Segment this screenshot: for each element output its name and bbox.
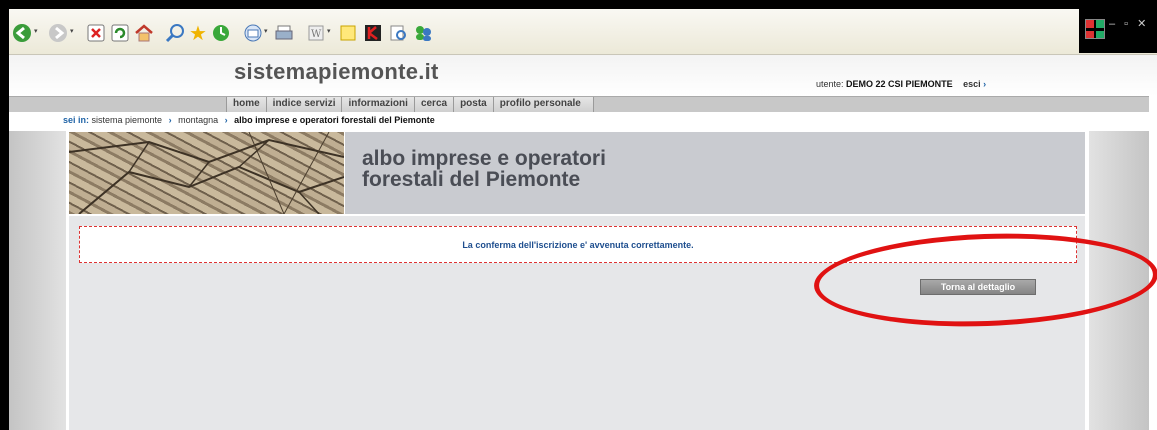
- user-name: DEMO 22 CSI PIEMONTE: [846, 79, 953, 89]
- nav-cerca[interactable]: cerca: [413, 97, 454, 112]
- logout-arrow-icon: ›: [983, 79, 987, 89]
- nav-informazioni[interactable]: informazioni: [341, 97, 414, 112]
- page-title-line2: forestali del Piemonte: [362, 168, 581, 191]
- note-icon[interactable]: [337, 22, 359, 44]
- search-icon[interactable]: [164, 22, 186, 44]
- forward-dropdown-icon[interactable]: ▾: [70, 27, 74, 35]
- stop-icon[interactable]: [85, 22, 107, 44]
- window-controls: – ▫ ✕: [1079, 9, 1157, 53]
- logout-link[interactable]: esci ›: [963, 79, 986, 89]
- back-icon[interactable]: [11, 22, 33, 44]
- site-header: sistemapiemonte.it utente: DEMO 22 CSI P…: [9, 55, 1157, 96]
- edit-dropdown-icon[interactable]: ▾: [327, 27, 331, 35]
- breadcrumb-current: albo imprese e operatori forestali del P…: [234, 115, 435, 125]
- page-title-line1: albo imprese e operatori: [362, 147, 606, 170]
- main-nav: home indice servizi informazioni cerca p…: [9, 96, 1149, 112]
- breadcrumb-label: sei in:: [63, 115, 90, 125]
- favorites-icon[interactable]: ★: [187, 22, 209, 45]
- banner-title-box: albo imprese e operatori forestali del P…: [345, 132, 1085, 214]
- breadcrumb-separator-icon: ›: [224, 115, 228, 125]
- edit-icon[interactable]: W: [305, 22, 327, 44]
- history-icon[interactable]: [210, 22, 232, 44]
- confirmation-message: La conferma dell'iscrizione e' avvenuta …: [462, 239, 694, 250]
- kaspersky-icon[interactable]: [362, 22, 384, 44]
- banner-wood-image: [69, 132, 344, 214]
- home-icon[interactable]: [133, 22, 155, 44]
- svg-text:W: W: [311, 29, 322, 40]
- forward-icon[interactable]: [47, 22, 69, 44]
- side-band-left: [9, 131, 66, 430]
- browser-window: ▾ ▾ ★ ▾ W ▾ – ▫ ✕ sistemapiemonte.it ute…: [9, 9, 1157, 430]
- logout-label: esci: [963, 79, 981, 89]
- mail-icon[interactable]: [242, 22, 264, 44]
- breadcrumb-item-sistema-piemonte[interactable]: sistema piemonte: [92, 115, 163, 125]
- research-icon[interactable]: [387, 22, 409, 44]
- nav-home[interactable]: home: [226, 97, 266, 112]
- back-dropdown-icon[interactable]: ▾: [34, 27, 38, 35]
- user-info: utente: DEMO 22 CSI PIEMONTE esci ›: [816, 79, 986, 89]
- page-title: albo imprese e operatori forestali del P…: [362, 148, 606, 190]
- breadcrumb-separator-icon: ›: [168, 115, 172, 125]
- mail-dropdown-icon[interactable]: ▾: [264, 27, 268, 35]
- messenger-icon[interactable]: [412, 22, 434, 44]
- window-buttons[interactable]: – ▫ ✕: [1109, 17, 1149, 30]
- breadcrumb-item-montagna[interactable]: montagna: [178, 115, 218, 125]
- breadcrumb: sei in: sistema piemonte › montagna › al…: [63, 115, 435, 125]
- windows-logo-icon: [1085, 19, 1105, 39]
- user-label: utente:: [816, 79, 844, 89]
- browser-toolbar: ▾ ▾ ★ ▾ W ▾ – ▫ ✕: [9, 9, 1157, 55]
- refresh-icon[interactable]: [109, 22, 131, 44]
- print-icon[interactable]: [273, 22, 295, 44]
- nav-indice-servizi[interactable]: indice servizi: [265, 97, 342, 112]
- site-logo[interactable]: sistemapiemonte.it: [234, 59, 439, 85]
- nav-profilo-personale[interactable]: profilo personale: [492, 97, 594, 112]
- nav-posta[interactable]: posta: [453, 97, 493, 112]
